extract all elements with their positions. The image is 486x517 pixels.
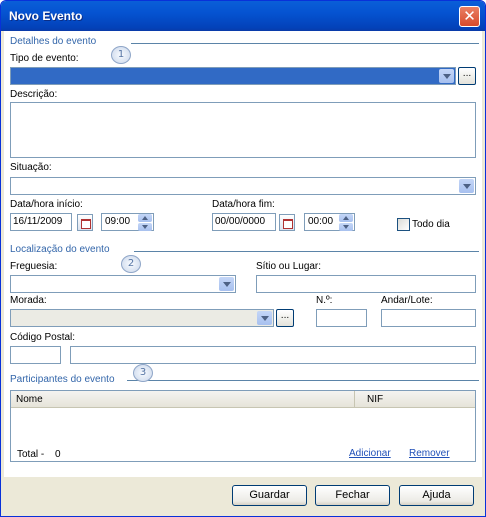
save-button[interactable]: Guardar (232, 485, 307, 506)
number-field[interactable] (316, 309, 367, 327)
floor-field[interactable] (381, 309, 476, 327)
column-header-name[interactable]: Nome (11, 391, 355, 408)
parish-label: Freguesia: (10, 261, 58, 272)
all-day-checkbox[interactable] (397, 218, 410, 231)
section-location-badge: 2 (121, 255, 141, 273)
dialog-footer: Guardar Fechar Ajuda (4, 477, 482, 515)
floor-label: Andar/Lote: (381, 295, 433, 306)
all-day-label: Todo dia (412, 219, 450, 230)
end-date-value: 00/00/0000 (215, 216, 266, 227)
total-value: 0 (55, 449, 61, 460)
start-time-spinner[interactable] (138, 214, 152, 231)
end-calendar-icon[interactable] (279, 214, 295, 231)
postal-locality-field[interactable] (70, 346, 476, 364)
section-details-badge: 1 (111, 46, 131, 64)
description-textarea[interactable] (10, 102, 476, 158)
end-date-field[interactable]: 00/00/0000 (212, 213, 276, 231)
section-location-divider (134, 251, 479, 252)
chevron-down-icon[interactable] (257, 311, 272, 325)
spin-down-icon[interactable] (339, 223, 353, 231)
address-combo[interactable] (10, 309, 274, 327)
help-button[interactable]: Ajuda (399, 485, 474, 506)
title-bar[interactable]: Novo Evento ✕ (1, 1, 485, 31)
chevron-down-icon[interactable] (439, 69, 454, 83)
section-participants-label: Participantes do evento (10, 374, 115, 385)
status-label: Situação: (10, 162, 52, 173)
address-browse-button[interactable]: ... (276, 309, 294, 327)
spin-down-icon[interactable] (138, 223, 152, 231)
spin-up-icon[interactable] (339, 214, 353, 222)
site-field[interactable] (256, 275, 476, 293)
window-title: Novo Evento (9, 9, 83, 23)
chevron-down-icon[interactable] (219, 277, 234, 291)
end-time-spinner[interactable] (339, 214, 353, 231)
spin-up-icon[interactable] (138, 214, 152, 222)
postal-code-label: Código Postal: (10, 332, 76, 343)
event-type-label: Tipo de evento: (10, 53, 79, 64)
start-date-value: 16/11/2009 (13, 216, 63, 227)
parish-combo[interactable] (10, 275, 236, 293)
add-participant-link[interactable]: Adicionar (349, 448, 391, 459)
event-type-browse-button[interactable]: ... (458, 67, 476, 85)
dialog-content: Detalhes do evento 1 Tipo de evento: ...… (4, 31, 482, 477)
dialog-window: Novo Evento ✕ Detalhes do evento 1 Tipo … (0, 0, 486, 517)
column-header-nif[interactable]: NIF (355, 391, 475, 408)
section-details-divider (131, 43, 479, 44)
section-location-label: Localização do evento (10, 244, 110, 255)
close-button[interactable]: Fechar (315, 485, 390, 506)
section-details-label: Detalhes do evento (10, 36, 97, 47)
event-type-combo[interactable] (10, 67, 456, 85)
status-combo[interactable] (10, 177, 476, 195)
end-time-field[interactable]: 00:00 (304, 213, 355, 231)
participants-grid[interactable]: Nome NIF Total - 0 Adicionar Remover (10, 390, 476, 462)
start-time-field[interactable]: 09:00 (101, 213, 154, 231)
site-label: Sítio ou Lugar: (256, 261, 322, 272)
remove-participant-link[interactable]: Remover (409, 448, 450, 459)
postal-code-field[interactable] (10, 346, 61, 364)
section-participants-divider (127, 380, 479, 381)
start-time-value: 09:00 (105, 216, 131, 227)
description-label: Descrição: (10, 89, 58, 100)
column-header-nif-label: NIF (367, 394, 384, 405)
total-label: Total - (17, 449, 45, 460)
chevron-down-icon[interactable] (459, 179, 474, 193)
address-label: Morada: (10, 295, 47, 306)
section-participants-badge: 3 (133, 364, 153, 382)
end-datetime-label: Data/hora fim: (212, 199, 275, 210)
number-label: N.º: (316, 295, 333, 306)
close-window-button[interactable]: ✕ (459, 6, 480, 27)
start-datetime-label: Data/hora início: (10, 199, 83, 210)
column-header-name-label: Nome (16, 394, 43, 405)
end-time-value: 00:00 (308, 216, 334, 227)
start-date-field[interactable]: 16/11/2009 (10, 213, 72, 231)
start-calendar-icon[interactable] (77, 214, 93, 231)
